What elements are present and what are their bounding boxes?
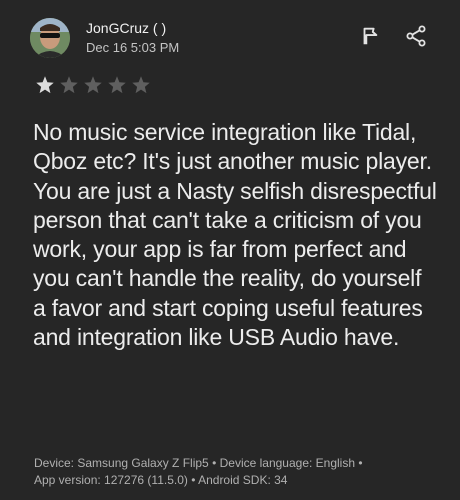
star-empty-icon <box>108 76 126 94</box>
star-empty-icon <box>60 76 78 94</box>
review-header: JonGCruz ( ) Dec 16 5:03 PM <box>30 18 430 58</box>
review-metadata: Device: Samsung Galaxy Z Flip5 • Device … <box>34 455 444 489</box>
review-author: JonGCruz ( ) <box>86 20 167 36</box>
share-icon <box>406 25 426 47</box>
avatar[interactable] <box>30 18 70 58</box>
flag-icon <box>363 27 378 45</box>
app-version-info: App version: 127276 (11.5.0) • Android S… <box>34 473 288 487</box>
star-filled-icon <box>36 76 54 94</box>
star-empty-icon <box>84 76 102 94</box>
device-info: Device: Samsung Galaxy Z Flip5 • Device … <box>34 456 363 470</box>
share-button[interactable] <box>402 22 430 50</box>
review-date: Dec 16 5:03 PM <box>86 40 180 55</box>
review-text: No music service integration like Tidal,… <box>33 119 437 351</box>
star-empty-icon <box>132 76 150 94</box>
flag-button[interactable] <box>356 22 384 50</box>
star-rating <box>34 74 152 96</box>
review-card: JonGCruz ( ) Dec 16 5:03 PM No music ser… <box>0 0 460 500</box>
